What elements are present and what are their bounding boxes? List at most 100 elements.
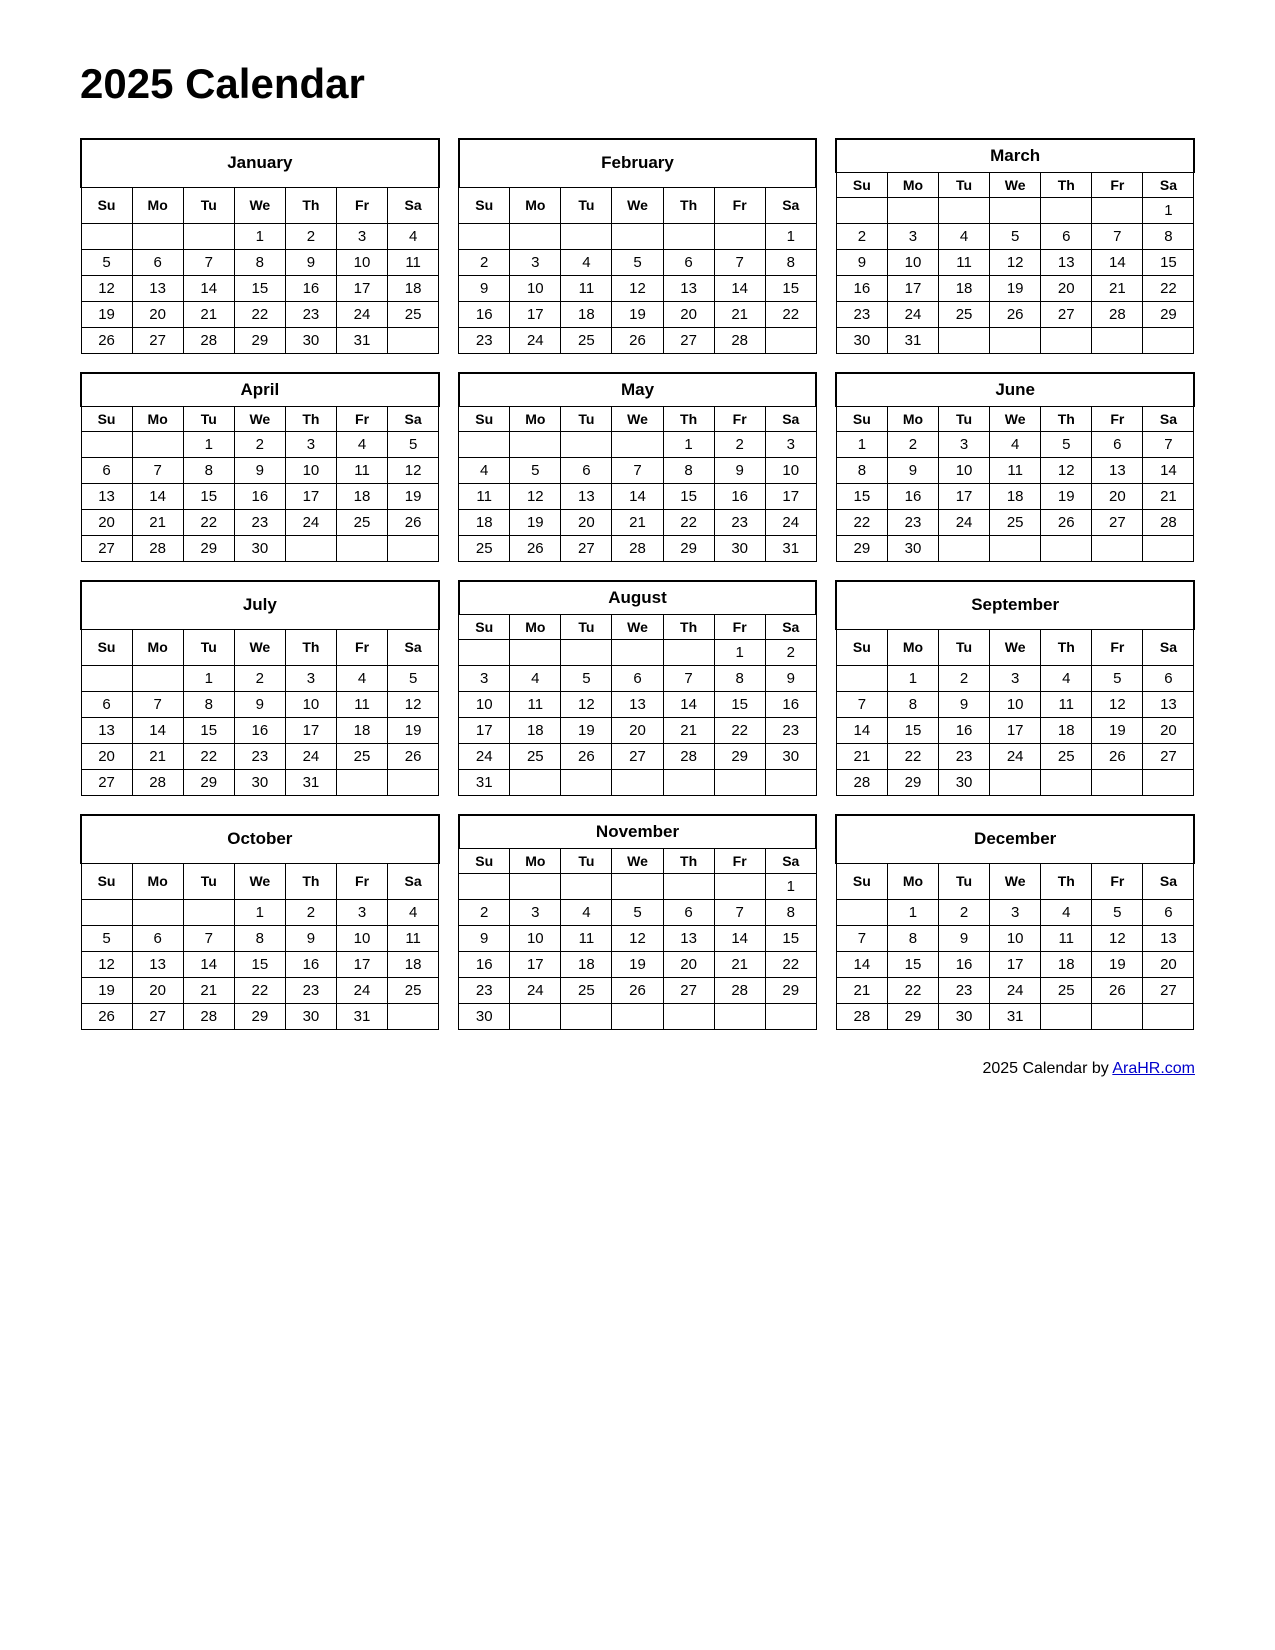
day-cell-12: 12	[612, 276, 663, 302]
day-cell-17: 17	[887, 276, 938, 302]
month-name-june: June	[836, 373, 1194, 407]
day-cell-24: 24	[336, 302, 387, 328]
week-row: 123	[459, 432, 817, 458]
day-cell-21: 21	[183, 978, 234, 1004]
day-cell-31: 31	[765, 536, 816, 562]
week-row: 15161718192021	[836, 484, 1194, 510]
day-cell-23: 23	[285, 302, 336, 328]
day-cell-7: 7	[612, 458, 663, 484]
day-cell-23: 23	[836, 302, 887, 328]
month-table-june: JuneSuMoTuWeThFrSa1234567891011121314151…	[835, 372, 1195, 562]
footer-link[interactable]: AraHR.com	[1112, 1060, 1195, 1077]
week-row: 1	[459, 224, 817, 250]
day-cell-24: 24	[990, 744, 1041, 770]
day-cell-27: 27	[1041, 302, 1092, 328]
day-cell-20: 20	[663, 952, 714, 978]
day-cell-8: 8	[887, 926, 938, 952]
day-cell-23: 23	[234, 744, 285, 770]
day-cell-19: 19	[388, 484, 439, 510]
empty-day-cell	[285, 536, 336, 562]
day-cell-6: 6	[1143, 900, 1194, 926]
day-cell-8: 8	[234, 250, 285, 276]
month-name-april: April	[81, 373, 439, 407]
day-cell-8: 8	[1143, 224, 1194, 250]
day-cell-30: 30	[234, 536, 285, 562]
day-header-su: Su	[836, 629, 887, 665]
month-name-october: October	[81, 815, 439, 863]
day-cell-28: 28	[1143, 510, 1194, 536]
empty-day-cell	[612, 1004, 663, 1030]
page-title: 2025 Calendar	[80, 60, 1195, 108]
day-cell-31: 31	[285, 770, 336, 796]
week-row: 19202122232425	[81, 978, 439, 1004]
empty-day-cell	[990, 198, 1041, 224]
day-cell-10: 10	[285, 692, 336, 718]
day-cell-21: 21	[836, 978, 887, 1004]
day-cell-28: 28	[714, 978, 765, 1004]
day-cell-31: 31	[459, 770, 510, 796]
day-cell-15: 15	[183, 718, 234, 744]
day-cell-24: 24	[510, 328, 561, 354]
day-header-sa: Sa	[388, 629, 439, 665]
day-cell-26: 26	[612, 328, 663, 354]
day-cell-5: 5	[510, 458, 561, 484]
day-header-sa: Sa	[765, 407, 816, 432]
week-row: 2728293031	[81, 770, 439, 796]
empty-day-cell	[459, 224, 510, 250]
empty-day-cell	[81, 224, 132, 250]
day-cell-14: 14	[183, 276, 234, 302]
day-cell-10: 10	[939, 458, 990, 484]
day-cell-17: 17	[939, 484, 990, 510]
week-row: 3456789	[459, 666, 817, 692]
day-header-fr: Fr	[1092, 863, 1143, 899]
day-cell-16: 16	[939, 952, 990, 978]
empty-day-cell	[714, 1004, 765, 1030]
day-cell-29: 29	[714, 744, 765, 770]
week-row: 9101112131415	[459, 926, 817, 952]
day-cell-1: 1	[234, 224, 285, 250]
empty-day-cell	[939, 328, 990, 354]
day-cell-2: 2	[285, 900, 336, 926]
empty-day-cell	[939, 198, 990, 224]
day-cell-10: 10	[459, 692, 510, 718]
day-header-th: Th	[285, 863, 336, 899]
week-row: 567891011	[81, 926, 439, 952]
day-cell-3: 3	[285, 666, 336, 692]
week-row: 78910111213	[836, 692, 1194, 718]
day-header-th: Th	[1041, 629, 1092, 665]
day-header-th: Th	[1041, 173, 1092, 198]
empty-day-cell	[1143, 328, 1194, 354]
day-header-tu: Tu	[561, 615, 612, 640]
day-cell-24: 24	[459, 744, 510, 770]
day-cell-5: 5	[561, 666, 612, 692]
empty-day-cell	[663, 224, 714, 250]
day-cell-22: 22	[663, 510, 714, 536]
day-cell-27: 27	[81, 536, 132, 562]
day-cell-27: 27	[612, 744, 663, 770]
day-cell-11: 11	[510, 692, 561, 718]
day-cell-13: 13	[1041, 250, 1092, 276]
day-cell-2: 2	[285, 224, 336, 250]
day-cell-3: 3	[990, 666, 1041, 692]
empty-day-cell	[612, 640, 663, 666]
month-name-february: February	[459, 139, 817, 187]
day-cell-4: 4	[1041, 900, 1092, 926]
day-cell-27: 27	[132, 1004, 183, 1030]
empty-day-cell	[765, 1004, 816, 1030]
month-table-july: JulySuMoTuWeThFrSa1234567891011121314151…	[80, 580, 440, 796]
day-cell-17: 17	[990, 718, 1041, 744]
day-cell-1: 1	[183, 666, 234, 692]
day-cell-25: 25	[1041, 978, 1092, 1004]
day-header-fr: Fr	[1092, 173, 1143, 198]
day-cell-6: 6	[561, 458, 612, 484]
empty-day-cell	[1041, 536, 1092, 562]
day-cell-26: 26	[1092, 744, 1143, 770]
week-row: 16171819202122	[836, 276, 1194, 302]
day-header-th: Th	[1041, 863, 1092, 899]
day-cell-8: 8	[714, 666, 765, 692]
day-cell-26: 26	[1092, 978, 1143, 1004]
empty-day-cell	[388, 328, 439, 354]
empty-day-cell	[714, 770, 765, 796]
month-table-april: AprilSuMoTuWeThFrSa123456789101112131415…	[80, 372, 440, 562]
day-header-mo: Mo	[887, 629, 938, 665]
